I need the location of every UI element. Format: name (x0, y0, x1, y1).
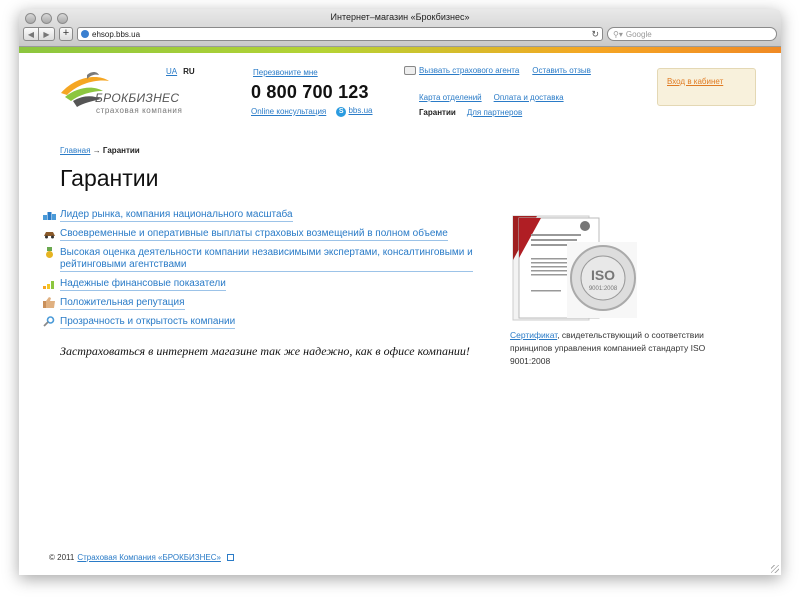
callback-link[interactable]: Перезвоните мне (253, 68, 318, 77)
breadcrumb-home-link[interactable]: Главная (60, 146, 90, 155)
breadcrumb-current: Гарантии (102, 146, 140, 155)
partners-link[interactable]: Для партнеров (467, 108, 522, 117)
add-bookmark-button[interactable]: + (59, 27, 73, 41)
logo-name: БРОКБИЗНЕС (95, 91, 180, 105)
medal-icon (43, 246, 56, 258)
title-bar: Интернет–магазин «Брокбизнес» ◀ ▶ + ehso… (19, 9, 781, 47)
browser-toolbar: ◀ ▶ + ehsop.bbs.ua ↻ ⚲▾ Google (23, 25, 777, 43)
browser-window: Интернет–магазин «Брокбизнес» ◀ ▶ + ehso… (19, 9, 781, 575)
feature-link[interactable]: Лидер рынка, компания национального масш… (60, 209, 293, 222)
magnifier-icon (43, 316, 56, 327)
address-bar[interactable]: ehsop.bbs.ua ↻ (77, 27, 603, 41)
certificate-link[interactable]: Сертификат (510, 330, 557, 340)
payment-delivery-link[interactable]: Оплата и доставка (494, 93, 564, 102)
list-item: Своевременные и оперативные выплаты стра… (43, 228, 473, 241)
skype-icon: S (336, 106, 347, 117)
logo-subtitle: страховая компания (96, 106, 183, 115)
branches-map-link[interactable]: Карта отделений (419, 93, 482, 102)
copyright-text: © 2011 (49, 553, 75, 562)
search-input[interactable]: ⚲▾ Google (607, 27, 777, 41)
external-link-icon (226, 554, 234, 561)
online-contacts: Online консультация S bbs.ua (251, 106, 373, 117)
feature-link[interactable]: Надежные финансовые показатели (60, 278, 226, 291)
resize-handle[interactable] (771, 565, 779, 573)
company-link[interactable]: Страховая Компания «БРОКБИЗНЕС» (77, 553, 221, 562)
reload-icon[interactable]: ↻ (591, 29, 599, 40)
thumbs-up-icon (43, 297, 56, 308)
login-box: Вход в кабинет (657, 68, 756, 106)
car-icon (43, 228, 56, 239)
call-agent-link[interactable]: Вызвать страхового агента (419, 66, 519, 75)
iso-seal-sub: 9001:2008 (589, 286, 618, 292)
certificate-description: Сертификат, свидетельствующий о соответс… (510, 329, 720, 368)
agent-icon (404, 66, 416, 76)
search-placeholder: Google (625, 29, 652, 39)
feature-link[interactable]: Прозрачность и открытость компании (60, 316, 236, 329)
forward-button[interactable]: ▶ (39, 27, 55, 41)
login-link[interactable]: Вход в кабинет (667, 77, 723, 86)
list-item: Лидер рынка, компания национального масш… (43, 209, 473, 222)
lang-ru-current: RU (183, 67, 195, 76)
guarantees-nav-current: Гарантии (419, 108, 456, 117)
iso-seal-text: ISO (591, 267, 615, 283)
phone-number: 0 800 700 123 (251, 82, 369, 102)
page-content: БРОКБИЗНЕС страховая компания UA RU Пере… (19, 53, 781, 575)
globe-icon (81, 30, 89, 38)
lang-ua-link[interactable]: UA (166, 67, 177, 76)
skype-link[interactable]: bbs.ua (348, 106, 372, 115)
online-consult-link[interactable]: Online консультация (251, 107, 326, 116)
leave-review-link[interactable]: Оставить отзыв (532, 66, 591, 75)
slogan: Застраховаться в интернет магазине так ж… (60, 344, 470, 358)
page-title: Гарантии (60, 165, 159, 191)
back-button[interactable]: ◀ (23, 27, 39, 41)
features-list: Лидер рынка, компания национального масш… (43, 209, 473, 335)
top-nav: Вызвать страхового агента Оставить отзыв (404, 66, 591, 76)
list-item: Высокая оценка деятельности компании нез… (43, 246, 473, 272)
language-switcher: UA RU (166, 67, 195, 76)
bottom-nav: Гарантии Для партнеров (419, 108, 522, 117)
certificate-image[interactable]: ISO 9001:2008 (509, 210, 639, 330)
window-title: Интернет–магазин «Брокбизнес» (330, 12, 470, 22)
footer: © 2011 Страховая Компания «БРОКБИЗНЕС» (49, 553, 234, 562)
list-item: Положительная репутация (43, 297, 473, 310)
podium-icon (43, 209, 56, 220)
list-item: Надежные финансовые показатели (43, 278, 473, 291)
feature-link[interactable]: Своевременные и оперативные выплаты стра… (60, 228, 448, 241)
feature-link[interactable]: Положительная репутация (60, 297, 185, 310)
breadcrumb-separator: → (92, 146, 101, 155)
mid-nav: Карта отделений Оплата и доставка (419, 93, 564, 102)
breadcrumb: Главная → Гарантии (60, 146, 140, 155)
chart-bars-icon (43, 278, 56, 289)
list-item: Прозрачность и открытость компании (43, 316, 473, 329)
search-icon: ⚲▾ (613, 29, 623, 39)
feature-link[interactable]: Высокая оценка деятельности компании нез… (60, 247, 473, 272)
url-text[interactable]: ehsop.bbs.ua (92, 30, 591, 39)
